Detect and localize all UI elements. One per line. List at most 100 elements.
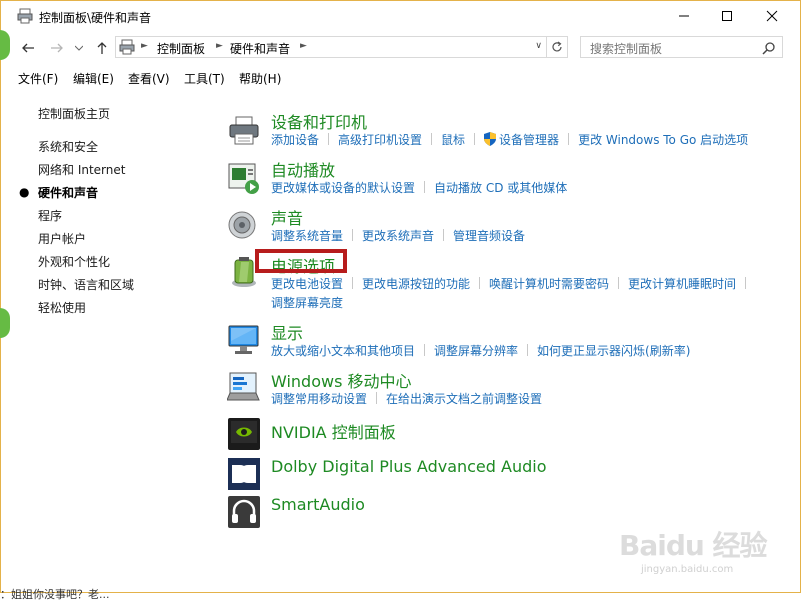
refresh-button[interactable] xyxy=(546,36,568,58)
address-bar[interactable]: ► 控制面板 ► 硬件和声音 ► ∨ xyxy=(115,36,547,58)
menu-bar: 文件(F) 编辑(E) 查看(V) 工具(T) 帮助(H) xyxy=(1,67,800,89)
link-divider xyxy=(479,277,481,289)
recent-locations-button[interactable] xyxy=(73,39,85,57)
link-manage-audio-devices[interactable]: 管理音频设备 xyxy=(453,229,525,243)
link-divider xyxy=(443,229,445,241)
address-dropdown-icon[interactable]: ∨ xyxy=(535,41,542,51)
sidebar-item-network[interactable]: 网络和 Internet xyxy=(38,161,125,178)
link-divider xyxy=(424,344,426,356)
link-divider xyxy=(352,277,354,289)
menu-help[interactable]: 帮助(H) xyxy=(239,70,281,87)
category-title-autoplay[interactable]: 自动播放 xyxy=(271,157,335,181)
sidebar-item-programs[interactable]: 程序 xyxy=(38,207,62,224)
breadcrumb-control-panel[interactable]: 控制面板 xyxy=(157,40,205,57)
link-divider xyxy=(424,181,426,193)
maximize-button[interactable] xyxy=(704,1,750,31)
maximize-icon xyxy=(722,11,732,21)
highlight-annotation-box xyxy=(255,249,347,273)
sidebar-item-user-accounts[interactable]: 用户帐户 xyxy=(38,230,86,247)
search-icon[interactable] xyxy=(762,41,776,55)
back-arrow-icon xyxy=(22,43,34,53)
title-bar[interactable]: 控制面板\硬件和声音 xyxy=(1,1,800,33)
minimize-button[interactable] xyxy=(661,1,707,31)
mobility-center-icon[interactable] xyxy=(227,370,261,404)
dolby-icon[interactable] xyxy=(227,457,261,491)
link-windows-to-go[interactable]: 更改 Windows To Go 启动选项 xyxy=(578,133,748,147)
link-divider xyxy=(618,277,620,289)
up-button[interactable] xyxy=(93,39,111,57)
link-divider xyxy=(474,133,476,145)
speaker-icon[interactable] xyxy=(227,209,261,243)
link-change-sleep-time[interactable]: 更改计算机睡眠时间 xyxy=(628,277,736,291)
search-placeholder: 搜索控制面板 xyxy=(590,42,663,56)
category-title-smartaudio[interactable]: SmartAudio xyxy=(271,495,365,514)
headphones-icon[interactable] xyxy=(227,495,261,529)
link-text-size[interactable]: 放大或缩小文本和其他项目 xyxy=(271,344,415,358)
back-button[interactable] xyxy=(19,39,37,57)
category-title-sound[interactable]: 声音 xyxy=(271,205,303,229)
chevron-down-icon xyxy=(75,45,83,51)
autoplay-icon[interactable] xyxy=(227,161,261,195)
printer-icon[interactable] xyxy=(227,114,261,148)
link-row-sound: 调整系统音量 更改系统声音 管理音频设备 xyxy=(271,227,525,244)
sidebar-item-appearance[interactable]: 外观和个性化 xyxy=(38,253,110,270)
link-require-password-wake[interactable]: 唤醒计算机时需要密码 xyxy=(489,277,609,291)
link-advanced-printer-setup[interactable]: 高级打印机设置 xyxy=(338,133,422,147)
link-change-system-sounds[interactable]: 更改系统声音 xyxy=(362,229,434,243)
link-add-device[interactable]: 添加设备 xyxy=(271,133,319,147)
category-title-devices[interactable]: 设备和打印机 xyxy=(271,109,367,133)
link-change-battery-settings[interactable]: 更改电池设置 xyxy=(271,277,343,291)
window-title: 控制面板\硬件和声音 xyxy=(39,11,152,25)
link-divider xyxy=(745,277,747,289)
category-title-mobility[interactable]: Windows 移动中心 xyxy=(271,368,412,392)
menu-edit[interactable]: 编辑(E) xyxy=(73,70,114,87)
baidu-watermark: Baidu 经验 jingyan.baidu.com xyxy=(611,516,768,586)
link-divider xyxy=(527,344,529,356)
category-title-nvidia[interactable]: NVIDIA 控制面板 xyxy=(271,419,396,443)
watermark-url: jingyan.baidu.com xyxy=(641,564,734,575)
forward-arrow-icon xyxy=(51,43,63,53)
link-common-mobility-settings[interactable]: 调整常用移动设置 xyxy=(271,392,367,406)
breadcrumb-hardware-sound[interactable]: 硬件和声音 xyxy=(230,40,290,57)
link-divider xyxy=(352,229,354,241)
sidebar-item-system-security[interactable]: 系统和安全 xyxy=(38,138,98,155)
menu-view[interactable]: 查看(V) xyxy=(128,70,170,87)
menu-file[interactable]: 文件(F) xyxy=(18,70,58,87)
control-panel-window: 控制面板\硬件和声音 ► 控制面板 ► 硬件和声音 ► ∨ 搜索控制面板 文件(… xyxy=(0,0,801,593)
link-autoplay-cd[interactable]: 自动播放 CD 或其他媒体 xyxy=(434,181,567,195)
refresh-icon xyxy=(551,41,562,52)
close-button[interactable] xyxy=(749,1,795,31)
breadcrumb-separator-icon[interactable]: ► xyxy=(141,41,148,51)
monitor-icon[interactable] xyxy=(227,323,261,357)
link-change-default-media[interactable]: 更改媒体或设备的默认设置 xyxy=(271,181,415,195)
sidebar-item-ease-of-access[interactable]: 轻松使用 xyxy=(38,299,86,316)
category-title-dolby[interactable]: Dolby Digital Plus Advanced Audio xyxy=(271,457,547,476)
control-panel-icon xyxy=(119,39,135,55)
link-device-manager[interactable]: 设备管理器 xyxy=(499,133,559,147)
link-adjust-volume[interactable]: 调整系统音量 xyxy=(271,229,343,243)
link-row-display: 放大或缩小文本和其他项目 调整屏幕分辨率 如何更正显示器闪烁(刷新率) xyxy=(271,342,690,359)
link-refresh-rate[interactable]: 如何更正显示器闪烁(刷新率) xyxy=(537,344,690,358)
search-input[interactable]: 搜索控制面板 xyxy=(580,36,783,58)
link-screen-resolution[interactable]: 调整屏幕分辨率 xyxy=(434,344,518,358)
category-title-display[interactable]: 显示 xyxy=(271,320,303,344)
link-power-button-function[interactable]: 更改电源按钮的功能 xyxy=(362,277,470,291)
link-divider xyxy=(568,133,570,145)
link-row-autoplay: 更改媒体或设备的默认设置 自动播放 CD 或其他媒体 xyxy=(271,179,567,196)
link-adjust-brightness[interactable]: 调整屏幕亮度 xyxy=(271,296,343,310)
nvidia-icon[interactable] xyxy=(227,417,261,451)
link-divider xyxy=(376,392,378,404)
sidebar-home-link[interactable]: 控制面板主页 xyxy=(38,105,110,122)
up-arrow-icon xyxy=(97,42,107,54)
breadcrumb-separator-icon[interactable]: ► xyxy=(300,41,307,51)
link-divider xyxy=(328,133,330,145)
watermark-logo-text: Baidu 经验 xyxy=(619,529,768,562)
sidebar-item-clock-region[interactable]: 时钟、语言和区域 xyxy=(38,276,134,293)
breadcrumb-separator-icon[interactable]: ► xyxy=(216,41,223,51)
link-mouse[interactable]: 鼠标 xyxy=(441,133,465,147)
link-presentation-settings[interactable]: 在给出演示文档之前调整设置 xyxy=(386,392,542,406)
forward-button[interactable] xyxy=(48,39,66,57)
sidebar-item-hardware-sound[interactable]: 硬件和声音 xyxy=(38,184,98,201)
menu-tools[interactable]: 工具(T) xyxy=(184,70,225,87)
navigation-bar: ► 控制面板 ► 硬件和声音 ► ∨ 搜索控制面板 xyxy=(1,33,800,63)
